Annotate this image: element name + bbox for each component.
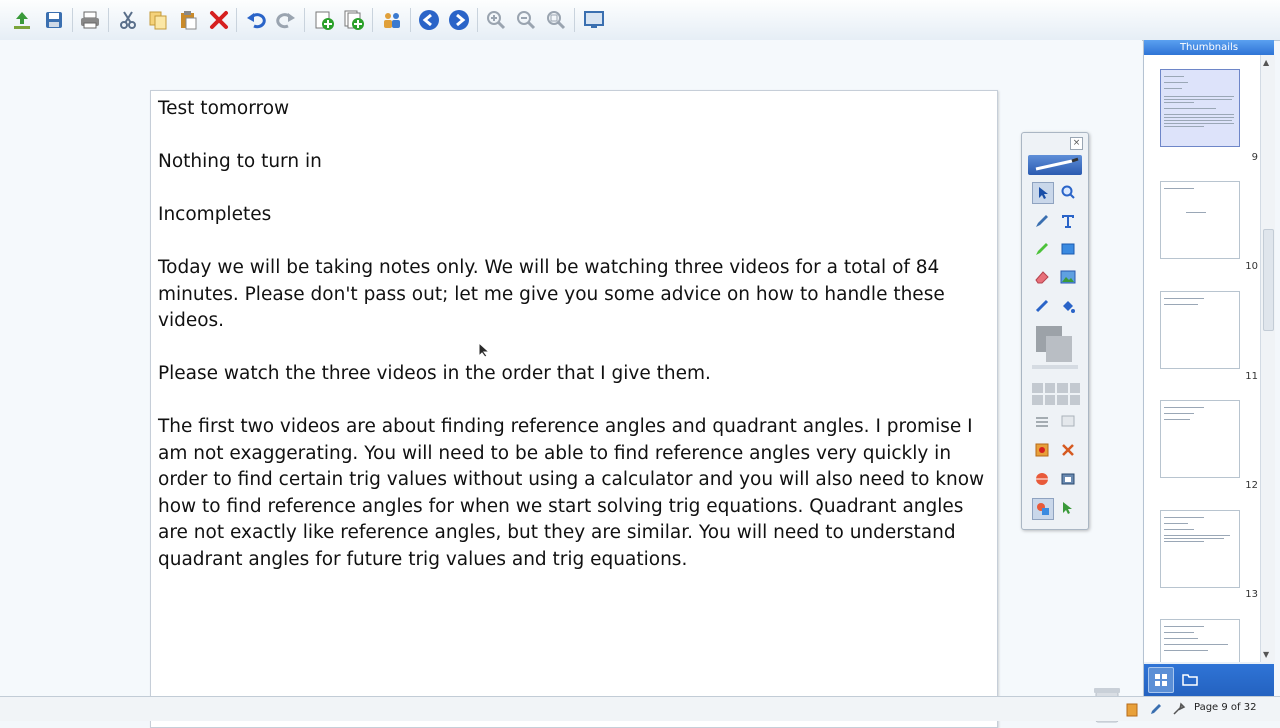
camera-icon[interactable] (1058, 469, 1078, 489)
pen-icon[interactable] (1032, 211, 1052, 231)
record-icon[interactable] (1032, 440, 1052, 460)
workspace[interactable]: Test tomorrow Nothing to turn in Incompl… (0, 40, 1142, 728)
lines-icon[interactable] (1032, 411, 1052, 431)
paragraph: Nothing to turn in (158, 151, 322, 172)
eraser-icon[interactable] (1032, 267, 1052, 287)
redo-icon[interactable] (274, 8, 298, 32)
zoom-out-icon[interactable] (514, 8, 538, 32)
close-icon[interactable]: × (1070, 137, 1083, 150)
thumbnail-list[interactable]: 9 10 11 12 13 (1144, 55, 1260, 662)
thumbnail-number: 9 (1251, 152, 1258, 163)
thumbnail-page-12[interactable] (1160, 400, 1240, 478)
floating-tools-panel: × (1021, 132, 1089, 530)
thumbnail-number: 10 (1245, 261, 1258, 272)
thumbnail-page-13[interactable] (1160, 510, 1240, 588)
cursor-icon[interactable] (1058, 498, 1078, 518)
next-page-icon[interactable] (447, 8, 471, 32)
tools-status-icon[interactable] (1172, 701, 1186, 720)
page-indicator: Page 9 of 32 (1194, 702, 1257, 713)
pen-status-icon[interactable] (1149, 701, 1163, 720)
thumbnail-number: 12 (1245, 480, 1258, 491)
thumbnail-page-14[interactable] (1160, 619, 1240, 662)
previous-page-icon[interactable] (417, 8, 441, 32)
highlighter-icon[interactable] (1032, 239, 1052, 259)
thumbnail-number: 13 (1245, 589, 1258, 600)
save-icon[interactable] (42, 8, 66, 32)
scrollbar-thumb[interactable] (1263, 229, 1274, 331)
page-text[interactable]: Test tomorrow Nothing to turn in Incompl… (158, 96, 988, 600)
whiteboard-page[interactable]: Test tomorrow Nothing to turn in Incompl… (150, 90, 998, 728)
paragraph: Test tomorrow (158, 98, 290, 119)
web-icon[interactable] (1032, 469, 1052, 489)
thumbnail-page-11[interactable] (1160, 291, 1240, 369)
sidebar-scrollbar[interactable]: ▲ ▼ (1260, 55, 1275, 662)
zoom-icon[interactable] (1058, 182, 1078, 202)
add-page-icon[interactable] (312, 8, 336, 32)
zoom-in-icon[interactable] (484, 8, 508, 32)
sidebar-tab-bar (1144, 664, 1274, 696)
line-icon[interactable] (1032, 296, 1052, 316)
sidebar-title: Thumbnails (1144, 40, 1274, 55)
tools-icon[interactable] (1058, 440, 1078, 460)
text-icon[interactable] (1058, 211, 1078, 231)
grid-icon[interactable] (1032, 383, 1080, 405)
table-icon[interactable] (1058, 411, 1078, 431)
gallery-icon[interactable] (1032, 498, 1054, 520)
people-icon[interactable] (380, 8, 404, 32)
thumbnail-sidebar: Thumbnails 9 10 11 12 13 ▲ ▼ (1143, 40, 1275, 696)
scroll-up-icon[interactable]: ▲ (1263, 58, 1269, 67)
thumbnail-page-9[interactable] (1160, 69, 1240, 147)
upload-icon[interactable] (10, 8, 34, 32)
paste-icon[interactable] (176, 8, 200, 32)
record-status-icon[interactable] (1126, 702, 1138, 721)
zoom-fit-icon[interactable] (544, 8, 568, 32)
thumbnails-tab-icon[interactable] (1148, 667, 1174, 693)
mouse-pointer-icon (478, 342, 491, 358)
thumbnail-number: 11 (1245, 371, 1258, 382)
select-icon[interactable] (1032, 182, 1054, 204)
add-pages-icon[interactable] (342, 8, 366, 32)
paragraph: Please watch the three videos in the ord… (158, 363, 711, 384)
paragraph: Today we will be taking notes only. We w… (158, 257, 945, 331)
main-toolbar (0, 0, 1280, 41)
delete-icon[interactable] (207, 8, 231, 32)
shape-icon[interactable] (1058, 239, 1078, 259)
image-icon[interactable] (1058, 267, 1078, 287)
copy-icon[interactable] (146, 8, 170, 32)
paragraph: The first two videos are about finding r… (158, 416, 985, 570)
color-swatch-icon[interactable] (1046, 336, 1072, 362)
folder-tab-icon[interactable] (1178, 667, 1202, 691)
thumbnail-page-10[interactable] (1160, 181, 1240, 259)
status-bar: Page 9 of 32 (0, 696, 1280, 721)
scroll-down-icon[interactable]: ▼ (1263, 650, 1269, 659)
undo-icon[interactable] (244, 8, 268, 32)
paragraph: Incompletes (158, 204, 272, 225)
print-icon[interactable] (78, 8, 102, 32)
pen-preview-icon (1028, 155, 1082, 175)
fill-icon[interactable] (1058, 296, 1078, 316)
thickness-slider[interactable] (1032, 365, 1078, 369)
screen-icon[interactable] (582, 8, 606, 32)
cut-icon[interactable] (116, 8, 140, 32)
